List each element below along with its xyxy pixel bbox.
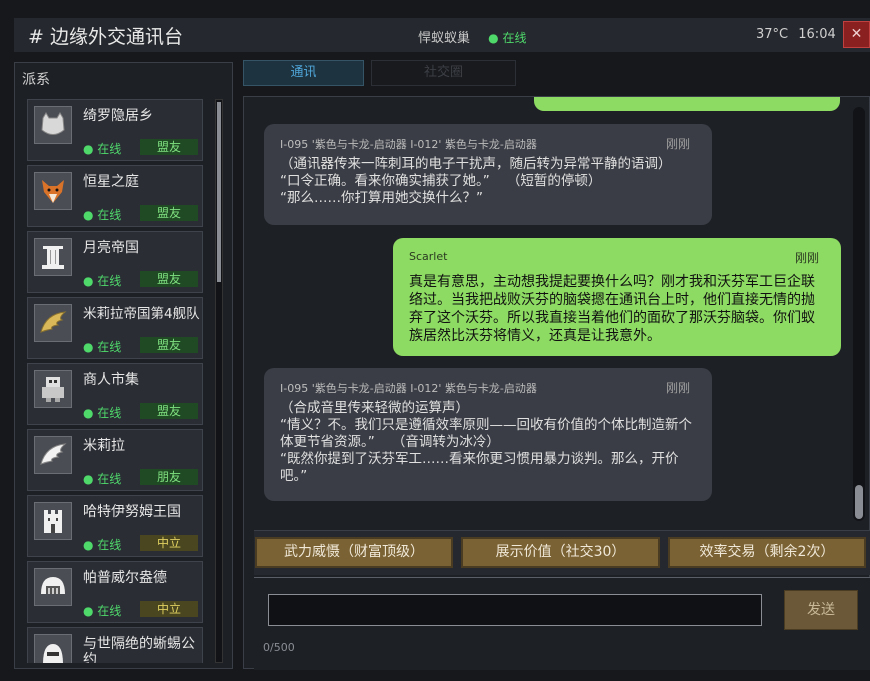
panel-title: 派系: [22, 72, 50, 88]
helmet-icon: [34, 634, 72, 663]
faction-name: 帕普威尔盎德: [83, 570, 167, 586]
message-bubble: I-095 '紫色与卡龙-启动器 I-012' 紫色与卡龙-启动器 刚刚 （通讯…: [264, 124, 712, 225]
faction-item[interactable]: 哈特伊努姆王国 ● 在线 中立: [27, 495, 203, 557]
message-text: （合成音里传来轻微的运算声） “情义？不。我们只是遵循效率原则——回收有价值的个…: [280, 400, 692, 484]
dome-icon: [34, 568, 72, 606]
faction-name: 月亮帝国: [83, 240, 139, 256]
relation-badge: 盟友: [140, 139, 198, 155]
wing-icon: [34, 436, 72, 474]
faction-status: ● 在线: [83, 472, 122, 486]
relation-badge: 盟友: [140, 403, 198, 419]
faction-status: ● 在线: [83, 274, 122, 288]
message-time: 刚刚: [665, 381, 690, 395]
castle-icon: [34, 502, 72, 540]
message-text: 真是有意思，主动想我提起要换什么吗？刚才我和沃芬军工巨企联络过。当我把战败沃芬的…: [409, 274, 815, 344]
tab-comm[interactable]: 通讯: [243, 60, 364, 86]
faction-name: 哈特伊努姆王国: [83, 504, 181, 520]
app-title: # 边缘外交通讯台: [28, 26, 183, 48]
faction-status: ● 在线: [83, 340, 122, 354]
relation-badge: 中立: [140, 601, 198, 617]
show-value-button[interactable]: 展示价值（社交30）: [461, 537, 660, 568]
contact-name: 悍蚁蚁巢: [418, 31, 471, 46]
message-bubble: Scarlet 刚刚 真是有意思，主动想我提起要换什么吗？刚才我和沃芬军工巨企联…: [393, 238, 841, 356]
relation-badge: 盟友: [140, 337, 198, 353]
message-bubble-partial: [534, 97, 840, 111]
faction-item[interactable]: 商人市集 ● 在线 盟友: [27, 363, 203, 425]
faction-name: 绮罗隐居乡: [83, 108, 153, 124]
message-list: I-095 '紫色与卡龙-启动器 I-012' 紫色与卡龙-启动器 刚刚 （通讯…: [244, 97, 854, 525]
message-sender: Scarlet: [409, 250, 448, 263]
fox-icon: [34, 172, 72, 210]
input-area: 发送 0/500: [254, 577, 870, 670]
faction-item[interactable]: 月亮帝国 ● 在线 盟友: [27, 231, 203, 293]
char-counter: 0/500: [263, 641, 295, 654]
pillar-icon: [34, 238, 72, 276]
efficiency-trade-button[interactable]: 效率交易（剩余2次）: [668, 537, 866, 568]
contact-status: ● 在线: [488, 31, 527, 45]
cat-icon: [34, 106, 72, 144]
faction-name: 恒星之庭: [83, 174, 139, 190]
environment-info: 37°C 16:04: [756, 27, 836, 42]
message-bubble: I-095 '紫色与卡龙-启动器 I-012' 紫色与卡龙-启动器 刚刚 （合成…: [264, 368, 712, 501]
relation-badge: 中立: [140, 535, 198, 551]
wing-icon: [34, 304, 72, 342]
chat-scroll-thumb[interactable]: [855, 485, 863, 519]
faction-status: ● 在线: [83, 538, 122, 552]
message-input[interactable]: [268, 594, 762, 626]
faction-name: 商人市集: [83, 372, 139, 388]
faction-scroll-thumb[interactable]: [217, 102, 221, 282]
faction-name: 米莉拉: [83, 438, 125, 454]
faction-status: ● 在线: [83, 142, 122, 156]
faction-name: 与世隔绝的蜥蜴公约: [83, 636, 195, 663]
tab-social[interactable]: 社交圈: [371, 60, 516, 86]
relation-badge: 盟友: [140, 271, 198, 287]
faction-item[interactable]: 绮罗隐居乡 ● 在线 盟友: [27, 99, 203, 161]
message-sender: I-095 '紫色与卡龙-启动器 I-012' 紫色与卡龙-启动器: [280, 138, 537, 151]
close-button[interactable]: ✕: [843, 21, 870, 48]
faction-item[interactable]: 与世隔绝的蜥蜴公约: [27, 627, 203, 663]
chat-panel: I-095 '紫色与卡龙-启动器 I-012' 紫色与卡龙-启动器 刚刚 （通讯…: [243, 96, 870, 670]
faction-item[interactable]: 米莉拉 ● 在线 朋友: [27, 429, 203, 491]
force-deterrence-button[interactable]: 武力威慑（财富顶级）: [255, 537, 453, 568]
send-button[interactable]: 发送: [784, 590, 858, 630]
action-bar: 武力威慑（财富顶级） 展示价值（社交30） 效率交易（剩余2次）: [254, 530, 870, 575]
temperature: 37°C: [756, 27, 789, 42]
relation-badge: 盟友: [140, 205, 198, 221]
faction-item[interactable]: 米莉拉帝国第4舰队 ● 在线 盟友: [27, 297, 203, 359]
message-text: （通讯器传来一阵刺耳的电子干扰声，随后转为异常平静的语调） “口令正确。看来你确…: [280, 156, 672, 206]
faction-name: 米莉拉帝国第4舰队: [83, 306, 200, 322]
robot-icon: [34, 370, 72, 408]
faction-status: ● 在线: [83, 604, 122, 618]
faction-status: ● 在线: [83, 208, 122, 222]
message-time: 刚刚: [794, 251, 819, 265]
faction-item[interactable]: 恒星之庭 ● 在线 盟友: [27, 165, 203, 227]
title-bar: # 边缘外交通讯台 悍蚁蚁巢 ● 在线 37°C 16:04 ✕: [14, 18, 870, 52]
message-time: 刚刚: [665, 137, 690, 151]
message-sender: I-095 '紫色与卡龙-启动器 I-012' 紫色与卡龙-启动器: [280, 382, 537, 395]
faction-scrollbar[interactable]: [215, 99, 223, 663]
clock: 16:04: [798, 27, 836, 42]
faction-status: ● 在线: [83, 406, 122, 420]
chat-scrollbar[interactable]: [853, 107, 865, 521]
faction-list: 绮罗隐居乡 ● 在线 盟友 恒星之庭 ● 在线 盟友 月亮帝国 ● 在线 盟友 …: [27, 99, 203, 663]
contact-info: 悍蚁蚁巢 ● 在线: [418, 27, 526, 46]
relation-badge: 朋友: [140, 469, 198, 485]
faction-item[interactable]: 帕普威尔盎德 ● 在线 中立: [27, 561, 203, 623]
faction-panel: 派系 绮罗隐居乡 ● 在线 盟友 恒星之庭 ● 在线 盟友 月亮帝国 ● 在线 …: [14, 62, 233, 669]
